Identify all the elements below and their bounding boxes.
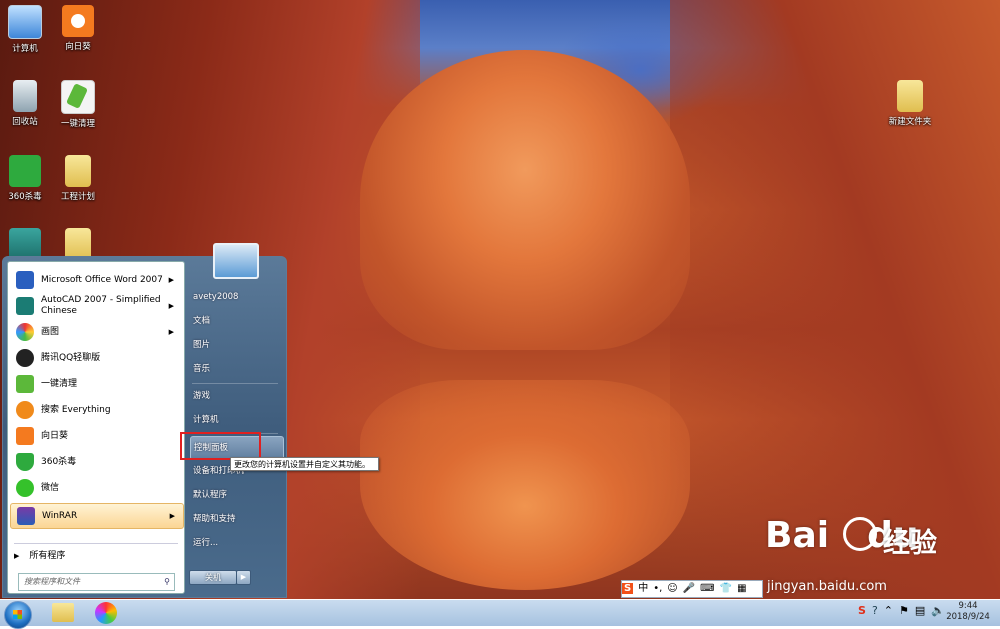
start-item-paint[interactable]: 画图 ▶ (10, 320, 182, 344)
sogou-tray-icon[interactable]: S (858, 604, 866, 617)
chevron-right-icon: ▶ (169, 512, 175, 520)
word-icon (16, 271, 34, 289)
computer-icon (8, 5, 42, 39)
desktop-icon-cleanup[interactable]: 一键清理 (48, 80, 108, 129)
desktop-icon-label: 计算机 (12, 44, 38, 54)
start-link-help[interactable]: 帮助和支持 (190, 508, 282, 530)
start-link-games[interactable]: 游戏 (190, 385, 282, 407)
baidu-paw-icon (843, 517, 877, 551)
desktop-icon-computer[interactable]: 计算机 (0, 5, 55, 54)
start-item-sunflower[interactable]: 向日葵 (10, 424, 182, 448)
sunflower-icon (16, 427, 34, 445)
skin-icon[interactable]: 👕 (720, 583, 732, 594)
sogou-logo-icon: S (622, 583, 634, 594)
palette-icon (16, 323, 34, 341)
start-item-qq[interactable]: 腾讯QQ轻聊版 (10, 346, 182, 370)
control-panel-tooltip: 更改您的计算机设置并自定义其功能。 (230, 457, 379, 471)
baidu-jingyan-watermark: Bai du 经验 jingyan.baidu.com (765, 515, 937, 594)
folder-icon (897, 80, 923, 112)
recycle-bin-icon (13, 80, 37, 112)
start-item-everything[interactable]: 搜索 Everything (10, 398, 182, 422)
start-link-music[interactable]: 音乐 (190, 358, 282, 380)
start-link-documents[interactable]: 文档 (190, 310, 282, 332)
start-item-winrar[interactable]: WinRAR ▶ (10, 503, 184, 529)
flag-icon[interactable]: ⚑ (899, 604, 909, 617)
desktop-icon-recycle-bin[interactable]: 回收站 (0, 80, 55, 127)
triangle-right-icon: ▶ (14, 552, 20, 560)
wechat-icon (16, 479, 34, 497)
taskbar-clock[interactable]: 9:44 2018/9/24 (940, 601, 996, 623)
start-item-360[interactable]: 360杀毒 (10, 450, 182, 474)
sunflower-icon (62, 5, 94, 37)
start-item-word[interactable]: Microsoft Office Word 2007 ▶ (10, 268, 182, 292)
separator (14, 543, 178, 544)
start-link-pictures[interactable]: 图片 (190, 334, 282, 356)
chevron-right-icon: ▶ (168, 302, 174, 310)
broom-icon (16, 375, 34, 393)
desktop-icon-project[interactable]: 工程计划 (48, 155, 108, 202)
emoji-icon[interactable]: ☺ (667, 583, 677, 594)
start-search-input[interactable]: 搜索程序和文件 ⚲ (18, 573, 175, 591)
start-menu-programs-pane: Microsoft Office Word 2007 ▶ AutoCAD 200… (7, 261, 185, 594)
shutdown-options-button[interactable]: ▶ (236, 570, 251, 585)
user-picture[interactable] (213, 243, 259, 279)
keyboard-icon[interactable]: ⌨ (700, 583, 714, 594)
all-programs-button[interactable]: ▶ 所有程序 (14, 547, 65, 565)
desktop-icon-label: 回收站 (12, 117, 38, 127)
desktop-icon-label: 一键清理 (60, 119, 95, 129)
start-item-autocad[interactable]: AutoCAD 2007 - Simplified Chinese ▶ (10, 294, 182, 318)
desktop-icon-360[interactable]: 360杀毒 (0, 155, 55, 202)
start-link-user[interactable]: avety2008 (190, 286, 282, 308)
shutdown-button[interactable]: 关机 (189, 570, 237, 585)
microphone-icon[interactable]: 🎤 (683, 583, 695, 594)
shield-icon (9, 155, 41, 187)
search-icon: ⚲ (164, 577, 170, 586)
desktop-icon-label: 工程计划 (60, 192, 95, 202)
shield-icon (16, 453, 34, 471)
ime-toolbar[interactable]: S 中 •, ☺ 🎤 ⌨ 👕 ▦ (621, 580, 763, 598)
folder-icon (65, 155, 91, 187)
chevron-right-icon: ▶ (168, 328, 174, 336)
start-menu-places-pane: avety2008 文档 图片 音乐 游戏 计算机 控制面板 设备和打印机 默认… (186, 243, 284, 597)
start-link-run[interactable]: 运行... (190, 532, 282, 554)
broom-icon (61, 80, 95, 114)
system-tray: S? ⌃ ⚑ ▤ 🔈 (852, 604, 945, 617)
help-icon[interactable]: ? (872, 604, 878, 617)
ime-punctuation[interactable]: •, (653, 583, 662, 594)
winrar-icon (17, 507, 35, 525)
toolbox-icon[interactable]: ▦ (737, 583, 746, 594)
desktop-icon-label: 新建文件夹 (888, 117, 932, 127)
separator (192, 383, 278, 384)
desktop-icon-new-folder[interactable]: 新建文件夹 (880, 80, 940, 127)
desktop-icon-label: 向日葵 (65, 42, 91, 52)
ime-chinese-mode[interactable]: 中 (638, 583, 648, 594)
network-icon[interactable]: ▤ (915, 604, 925, 617)
explorer-taskbar-icon[interactable] (52, 603, 74, 622)
qq-penguin-icon (16, 349, 34, 367)
annotation-highlight-box (180, 432, 261, 460)
start-item-wechat[interactable]: 微信 (10, 476, 182, 500)
desktop-icon-label: 360杀毒 (8, 192, 42, 202)
start-link-computer[interactable]: 计算机 (190, 409, 282, 431)
color-wheel-taskbar-icon[interactable] (95, 602, 117, 624)
desktop-icon-sunflower[interactable]: 向日葵 (48, 5, 108, 52)
start-link-default-programs[interactable]: 默认程序 (190, 484, 282, 506)
magnifier-icon (16, 401, 34, 419)
taskbar: S? ⌃ ⚑ ▤ 🔈 9:44 2018/9/24 (0, 599, 1000, 629)
chevron-right-icon: ▶ (168, 276, 174, 284)
autocad-icon (16, 297, 34, 315)
chevron-up-icon[interactable]: ⌃ (884, 604, 893, 617)
start-item-cleanup[interactable]: 一键清理 (10, 372, 182, 396)
start-menu: Microsoft Office Word 2007 ▶ AutoCAD 200… (2, 243, 287, 598)
